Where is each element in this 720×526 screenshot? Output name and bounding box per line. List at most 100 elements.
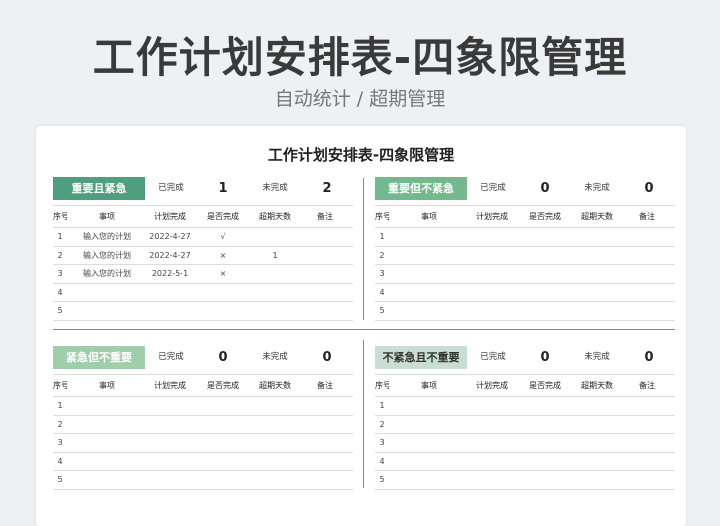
table-cell[interactable] <box>469 470 515 490</box>
table-cell[interactable]: 3 <box>375 264 389 284</box>
table-cell[interactable] <box>469 396 515 416</box>
table-cell[interactable] <box>469 415 515 434</box>
table-cell[interactable]: 4 <box>53 283 67 302</box>
table-cell[interactable]: 3 <box>375 433 389 453</box>
table-cell[interactable]: 2 <box>375 415 389 434</box>
table-cell[interactable] <box>67 433 147 453</box>
table-cell[interactable] <box>297 415 353 434</box>
table-cell[interactable] <box>193 433 253 453</box>
table-cell[interactable] <box>253 283 297 302</box>
table-cell[interactable] <box>253 452 297 471</box>
table-cell[interactable] <box>297 227 353 247</box>
table-cell[interactable] <box>575 264 619 284</box>
table-cell[interactable] <box>619 246 675 265</box>
table-cell[interactable] <box>575 301 619 321</box>
table-cell[interactable] <box>515 246 575 265</box>
table-cell[interactable] <box>389 396 469 416</box>
table-cell[interactable] <box>619 396 675 416</box>
table-cell[interactable] <box>619 301 675 321</box>
table-cell[interactable] <box>67 452 147 471</box>
table-cell[interactable]: × <box>193 246 253 265</box>
table-cell[interactable] <box>619 264 675 284</box>
table-cell[interactable] <box>67 415 147 434</box>
table-cell[interactable]: 2 <box>53 246 67 265</box>
table-cell[interactable]: 4 <box>53 452 67 471</box>
table-cell[interactable]: 输入您的计划 <box>67 227 147 247</box>
table-cell[interactable]: 2022-4-27 <box>147 227 193 247</box>
table-cell[interactable]: 3 <box>53 433 67 453</box>
table-cell[interactable] <box>619 283 675 302</box>
table-cell[interactable] <box>619 452 675 471</box>
table-cell[interactable] <box>147 470 193 490</box>
table-cell[interactable]: 5 <box>375 470 389 490</box>
table-cell[interactable] <box>67 396 147 416</box>
table-cell[interactable] <box>469 452 515 471</box>
table-cell[interactable]: √ <box>193 227 253 247</box>
table-cell[interactable] <box>469 264 515 284</box>
table-cell[interactable]: 1 <box>253 246 297 265</box>
table-cell[interactable] <box>253 415 297 434</box>
table-cell[interactable] <box>575 452 619 471</box>
table-cell[interactable]: 1 <box>375 227 389 247</box>
table-cell[interactable] <box>67 283 147 302</box>
table-cell[interactable]: 2 <box>375 246 389 265</box>
table-cell[interactable] <box>389 415 469 434</box>
table-cell[interactable] <box>515 301 575 321</box>
table-cell[interactable] <box>515 227 575 247</box>
table-cell[interactable] <box>147 415 193 434</box>
table-cell[interactable]: 4 <box>375 283 389 302</box>
table-cell[interactable] <box>297 452 353 471</box>
table-cell[interactable]: 3 <box>53 264 67 284</box>
table-cell[interactable]: 5 <box>53 301 67 321</box>
table-cell[interactable] <box>469 433 515 453</box>
table-cell[interactable]: 2022-5-1 <box>147 264 193 284</box>
table-cell[interactable] <box>515 452 575 471</box>
table-cell[interactable]: 5 <box>375 301 389 321</box>
table-cell[interactable]: 1 <box>53 396 67 416</box>
table-cell[interactable] <box>389 227 469 247</box>
table-cell[interactable] <box>193 470 253 490</box>
table-cell[interactable] <box>575 246 619 265</box>
table-cell[interactable] <box>515 433 575 453</box>
table-cell[interactable] <box>253 396 297 416</box>
table-cell[interactable]: 1 <box>375 396 389 416</box>
table-cell[interactable] <box>297 396 353 416</box>
table-cell[interactable] <box>297 470 353 490</box>
table-cell[interactable]: 5 <box>53 470 67 490</box>
table-cell[interactable] <box>575 415 619 434</box>
table-cell[interactable] <box>389 264 469 284</box>
table-cell[interactable] <box>389 433 469 453</box>
table-cell[interactable] <box>469 283 515 302</box>
table-cell[interactable] <box>469 227 515 247</box>
table-cell[interactable] <box>297 264 353 284</box>
table-cell[interactable] <box>389 301 469 321</box>
table-cell[interactable] <box>515 283 575 302</box>
table-cell[interactable] <box>389 246 469 265</box>
table-cell[interactable] <box>297 301 353 321</box>
table-cell[interactable] <box>515 396 575 416</box>
table-cell[interactable]: 输入您的计划 <box>67 264 147 284</box>
table-cell[interactable]: 输入您的计划 <box>67 246 147 265</box>
table-cell[interactable] <box>193 452 253 471</box>
table-cell[interactable] <box>575 433 619 453</box>
table-cell[interactable] <box>67 301 147 321</box>
table-cell[interactable] <box>193 301 253 321</box>
table-cell[interactable] <box>297 246 353 265</box>
table-cell[interactable] <box>147 283 193 302</box>
table-cell[interactable] <box>389 470 469 490</box>
table-cell[interactable] <box>469 246 515 265</box>
table-cell[interactable] <box>67 470 147 490</box>
table-cell[interactable]: 2 <box>53 415 67 434</box>
table-cell[interactable] <box>575 396 619 416</box>
table-cell[interactable]: 4 <box>375 452 389 471</box>
table-cell[interactable] <box>515 264 575 284</box>
table-cell[interactable]: × <box>193 264 253 284</box>
table-cell[interactable] <box>575 227 619 247</box>
table-cell[interactable] <box>253 470 297 490</box>
table-cell[interactable] <box>575 470 619 490</box>
table-cell[interactable] <box>147 396 193 416</box>
table-cell[interactable] <box>147 452 193 471</box>
table-cell[interactable] <box>193 283 253 302</box>
table-cell[interactable] <box>515 415 575 434</box>
table-cell[interactable] <box>297 283 353 302</box>
